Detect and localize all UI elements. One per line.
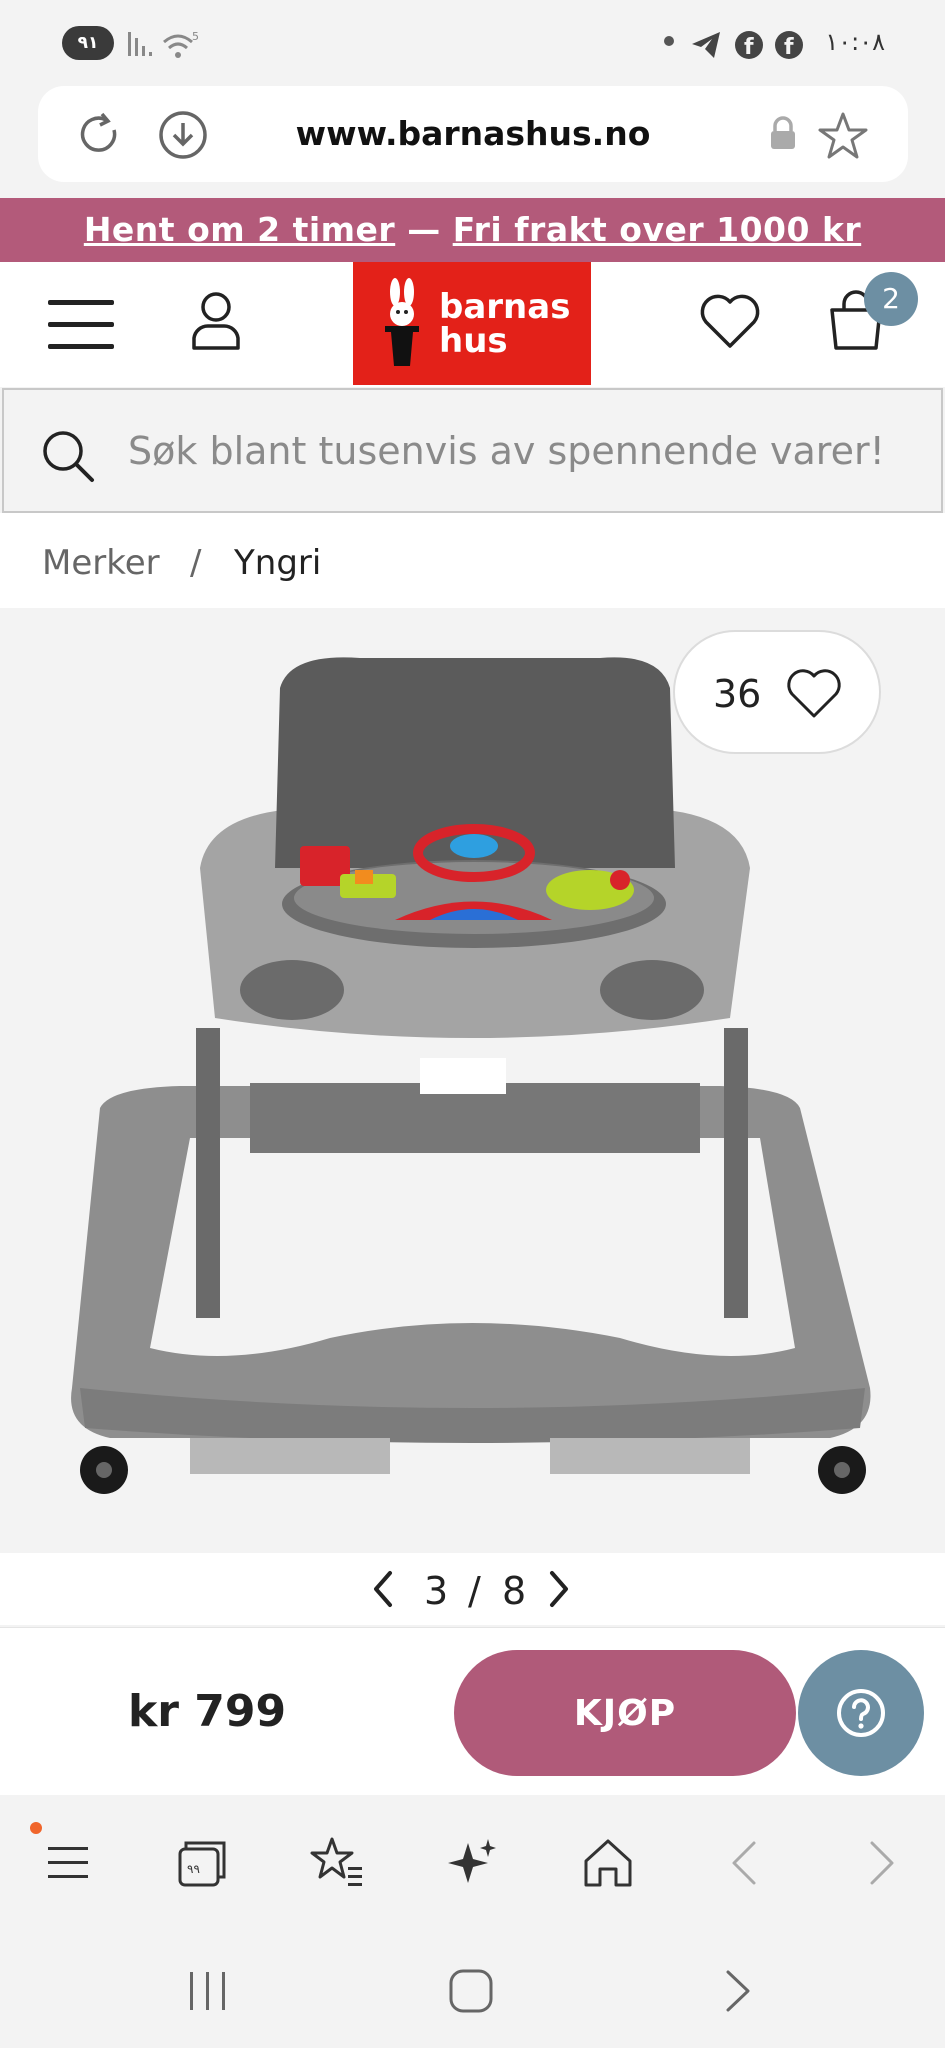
favorite-count: 36 [713,672,762,716]
chevron-left-icon[interactable] [370,1569,396,1609]
svg-text:5: 5 [192,30,199,43]
bookmarks-icon[interactable] [308,1833,368,1893]
breadcrumb: Merker / Yngri [0,513,945,608]
recent-apps-icon[interactable] [186,1970,230,2012]
search-icon[interactable] [40,428,96,484]
telegram-icon [692,32,720,58]
breadcrumb-separator: / [190,543,202,583]
promo-pickup-link[interactable]: Hent om 2 timer [84,210,395,249]
home-button-icon[interactable] [448,1968,494,2014]
pager-total: 8 [502,1569,527,1613]
back-button-icon[interactable] [718,1968,758,2014]
breadcrumb-item-brands[interactable]: Merker [42,543,160,583]
svg-text:٩٩: ٩٩ [187,1862,200,1876]
battery-indicator: ٩١ [62,26,114,60]
system-navigation-bar [0,1930,945,2048]
search-bar [2,388,943,513]
svg-text:f: f [784,35,794,60]
facebook-icon: f [735,31,763,60]
heart-icon [787,669,841,718]
address-bar[interactable]: www.barnashus.no [38,86,908,182]
browser-toolbar: ٩٩ [0,1795,945,1930]
breadcrumb-item-current: Yngri [234,543,322,583]
help-question-icon [837,1689,885,1737]
forward-icon[interactable] [852,1833,912,1893]
buy-button[interactable]: KJØP [454,1650,796,1776]
ai-sparkle-icon[interactable] [444,1833,504,1893]
promo-banner: Hent om 2 timer — Fri frakt over 1000 kr [0,198,945,262]
help-chat-button[interactable] [798,1650,924,1776]
signal-icon [128,32,152,56]
star-bookmark-icon[interactable] [816,110,870,162]
image-pager: 3 / 8 [0,1553,945,1625]
chevron-right-icon[interactable] [546,1569,572,1609]
rabbit-hat-logo-icon [385,278,419,366]
lock-icon [771,116,795,149]
site-header: barnas hus [0,262,945,387]
wishlist-heart-icon[interactable] [698,292,762,350]
hamburger-menu-icon[interactable] [48,300,114,350]
site-logo[interactable]: barnas hus [353,262,591,385]
pager-current: 3 [424,1569,449,1613]
home-icon[interactable] [578,1833,638,1893]
clock: ١٠:٠٨ [825,28,885,56]
wifi-icon: 5 [163,30,199,58]
logo-text-line1: barnas [439,287,571,327]
user-account-icon[interactable] [190,290,242,352]
cart-count-badge[interactable]: 2 [864,272,918,326]
notification-dot [30,1822,42,1834]
buy-bar: kr 799 KJØP [0,1627,945,1795]
facebook-icon: f [775,31,803,60]
product-price: kr 799 [128,1686,287,1737]
search-input[interactable] [128,414,908,488]
menu-icon[interactable] [40,1833,100,1893]
svg-text:f: f [744,35,754,60]
promo-shipping-link[interactable]: Fri frakt over 1000 kr [453,210,862,249]
favorite-count-button[interactable]: 36 [673,630,881,754]
pager-separator: / [468,1569,481,1613]
notification-dot-icon [664,36,674,46]
back-icon[interactable] [716,1833,776,1893]
status-bar: ٩١ 5 f f ١٠:٠٨ [0,0,945,82]
logo-text-line2: hus [439,321,508,361]
tabs-icon[interactable]: ٩٩ [172,1833,232,1893]
promo-separator: — [395,210,453,249]
